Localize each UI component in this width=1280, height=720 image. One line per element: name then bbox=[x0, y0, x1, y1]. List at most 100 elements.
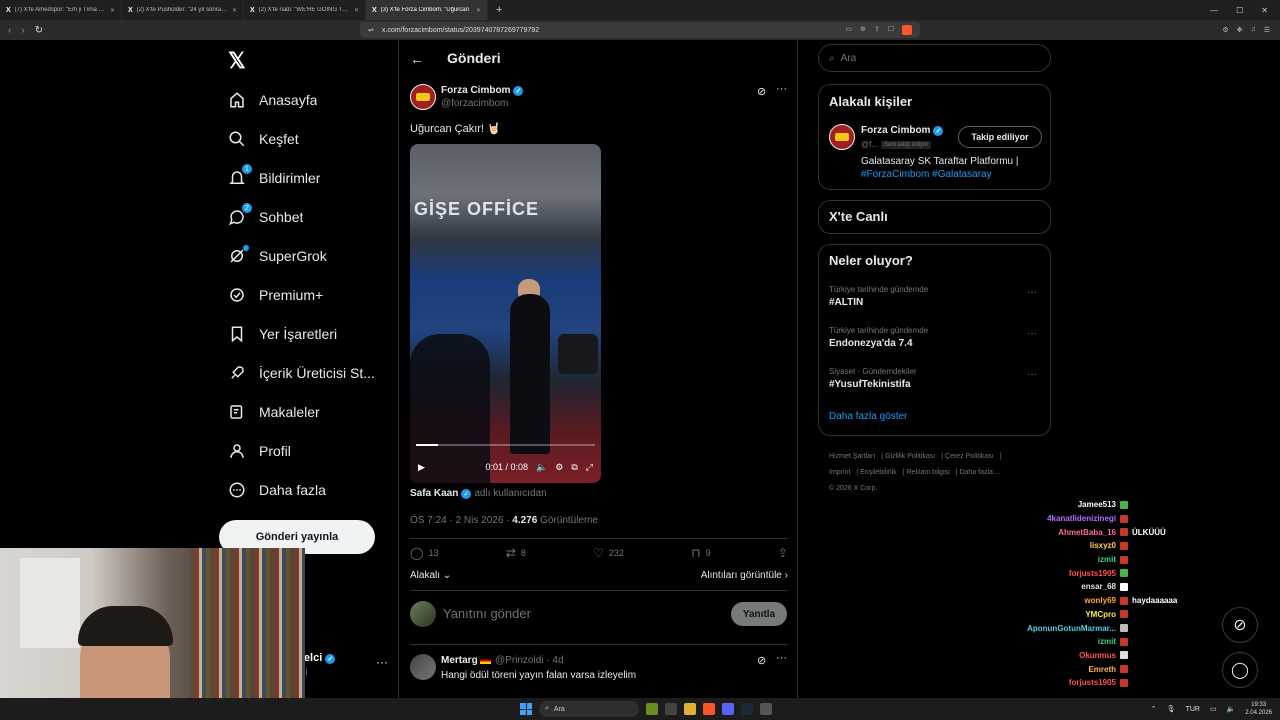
share-icon[interactable]: ⇪ bbox=[874, 25, 880, 35]
view-quotes-link[interactable]: Alıntıları görüntüle › bbox=[701, 570, 788, 581]
taskbar-search[interactable]: ⌕ Ara bbox=[539, 701, 639, 717]
play-icon[interactable]: ▶ bbox=[418, 462, 425, 473]
fullscreen-icon[interactable]: ⤢ bbox=[586, 462, 593, 473]
network-icon[interactable]: ▭ bbox=[1210, 705, 1217, 713]
grok-floating-button[interactable]: ⊘ bbox=[1222, 607, 1258, 643]
reply-author-name[interactable]: Mertarg bbox=[441, 655, 491, 666]
more-options-icon[interactable]: ··· bbox=[1027, 328, 1037, 339]
video-player[interactable]: GİŞE OFFİCE ▶ 0:01 / 0:08 🔈 ⚙ ⧉ ⤢ bbox=[410, 144, 601, 483]
close-icon[interactable]: ✕ bbox=[110, 7, 115, 14]
reply-button[interactable]: ◯ 13 bbox=[410, 546, 438, 560]
steam-icon[interactable] bbox=[741, 703, 753, 715]
bookmark-button[interactable]: ⊓ 9 bbox=[691, 546, 710, 560]
video-progress-bar[interactable] bbox=[416, 444, 595, 446]
close-icon[interactable]: ✕ bbox=[476, 7, 481, 14]
windows-start-icon[interactable] bbox=[520, 703, 532, 715]
bookmark-icon[interactable]: ☐ bbox=[888, 25, 894, 35]
more-options-icon[interactable]: ··· bbox=[776, 83, 787, 95]
author-handle[interactable]: @forzacimbom bbox=[441, 98, 508, 109]
puzzle-icon[interactable]: ✥ bbox=[1237, 26, 1243, 34]
footer-link[interactable]: Çerez Politikası bbox=[945, 453, 994, 460]
more-options-icon[interactable]: ··· bbox=[1027, 369, 1037, 380]
related-avatar[interactable] bbox=[829, 124, 855, 150]
grok-icon[interactable]: ⊘ bbox=[757, 654, 766, 667]
browser-tab[interactable]: X(2) X'te Pusholder: "24 yıl sonra Dünya… bbox=[122, 0, 244, 20]
show-more-link[interactable]: Daha fazla göster bbox=[829, 411, 907, 422]
discord-icon[interactable] bbox=[722, 703, 734, 715]
new-tab-button[interactable]: + bbox=[488, 4, 510, 16]
nav-item-explore[interactable]: Keşfet bbox=[228, 127, 299, 151]
nav-item-bookmarks[interactable]: Yer İşaretleri bbox=[228, 322, 337, 346]
author-name[interactable]: Forza Cimbom ✓ bbox=[441, 85, 524, 96]
nav-item-home[interactable]: Anasayfa bbox=[228, 88, 317, 112]
close-window-icon[interactable]: ✕ bbox=[1261, 6, 1268, 15]
microphone-icon[interactable]: 🎙 bbox=[1167, 705, 1176, 713]
trend-name[interactable]: Endonezya'da 7.4 bbox=[829, 338, 913, 349]
messages-floating-button[interactable]: ◯ bbox=[1222, 652, 1258, 688]
forward-icon[interactable]: › bbox=[21, 25, 24, 36]
music-icon[interactable]: ♫ bbox=[1250, 26, 1255, 34]
trend-name[interactable]: #YusufTekinistifa bbox=[829, 379, 911, 390]
sort-dropdown[interactable]: Alakalı ⌄ bbox=[410, 570, 451, 581]
maximize-icon[interactable]: ☐ bbox=[1236, 6, 1243, 15]
folder-icon[interactable] bbox=[684, 703, 696, 715]
reply-input[interactable]: Yanıtını gönder bbox=[443, 606, 531, 621]
following-button[interactable]: Takip ediliyor bbox=[958, 126, 1042, 148]
more-options-icon[interactable]: ··· bbox=[776, 652, 787, 664]
site-info-icon[interactable]: ⇌ bbox=[368, 26, 374, 34]
account-more-icon[interactable]: ··· bbox=[376, 655, 388, 669]
screen-icon[interactable]: ▭ bbox=[845, 25, 852, 35]
search-input[interactable]: ⌕ Ara bbox=[818, 44, 1051, 72]
extension-icon[interactable]: ⚙ bbox=[1222, 26, 1228, 34]
hashtags[interactable]: #ForzaCimbom #Galatasaray bbox=[861, 169, 992, 180]
address-bar[interactable]: ⇌ x.com/forzacimbom/status/2039740787269… bbox=[360, 22, 920, 38]
browser-tab[interactable]: X (7) X'te Amedspor: "Em ji Tîrna Netra" ✕ bbox=[0, 0, 122, 20]
brave-shield-icon[interactable] bbox=[902, 25, 912, 35]
nav-item-articles[interactable]: Makaleler bbox=[228, 400, 320, 424]
like-button[interactable]: ♡ 232 bbox=[593, 546, 624, 560]
repost-button[interactable]: ⇄ 8 bbox=[506, 546, 526, 560]
footer-link[interactable]: Gizlilik Politikası bbox=[885, 453, 935, 460]
clock[interactable]: 19:33 2.04.2026 bbox=[1245, 701, 1272, 717]
language-indicator[interactable]: TUR bbox=[1186, 706, 1200, 713]
menu-icon[interactable]: ☰ bbox=[1264, 26, 1270, 34]
speaker-icon[interactable]: 🔈 bbox=[1227, 705, 1236, 713]
volume-icon[interactable]: 🔈 bbox=[536, 462, 547, 473]
zoom-icon[interactable]: ⊕ bbox=[860, 25, 866, 35]
browser-tab-active[interactable]: X (3) X'te Forza Cimbom: "Uğurcan ✕ bbox=[366, 0, 488, 20]
nav-item-premium[interactable]: Premium+ bbox=[228, 283, 323, 307]
more-options-icon[interactable]: ··· bbox=[1027, 287, 1037, 298]
reply-submit-button[interactable]: Yanıtla bbox=[731, 602, 787, 626]
close-icon[interactable]: ✕ bbox=[354, 7, 359, 14]
nav-item-chat[interactable]: 2 Sohbet bbox=[228, 203, 303, 229]
back-arrow-icon[interactable]: ← bbox=[410, 51, 424, 67]
nav-item-creator-studio[interactable]: İçerik Üreticisi St... bbox=[228, 361, 375, 385]
pip-icon[interactable]: ⧉ bbox=[571, 462, 577, 473]
nav-item-supergrok[interactable]: SuperGrok bbox=[228, 244, 327, 268]
nav-item-more[interactable]: Daha fazla bbox=[228, 478, 326, 502]
reply-author-avatar[interactable] bbox=[410, 654, 436, 680]
nav-item-notifications[interactable]: 1 Bildirimler bbox=[228, 164, 320, 190]
footer-link[interactable]: Erişilebilirlik bbox=[860, 469, 897, 476]
app-icon[interactable] bbox=[760, 703, 772, 715]
share-button[interactable]: ⇪ bbox=[778, 546, 788, 560]
reload-icon[interactable]: ↻ bbox=[35, 25, 43, 36]
nav-item-profile[interactable]: Profil bbox=[228, 439, 291, 463]
footer-link[interactable]: Imprint bbox=[829, 469, 850, 476]
widget-icon[interactable] bbox=[646, 703, 658, 715]
grok-icon[interactable]: ⊘ bbox=[757, 85, 766, 98]
brave-icon[interactable] bbox=[703, 703, 715, 715]
author-avatar[interactable] bbox=[410, 84, 436, 110]
x-live-card[interactable]: X'te Canlı bbox=[818, 200, 1051, 234]
footer-link[interactable]: Daha fazla ... bbox=[959, 469, 1000, 476]
trend-name[interactable]: #ALTIN bbox=[829, 297, 863, 308]
browser-tab[interactable]: X(2) X'te riadi: "WE'RE GOING TO THE✕ bbox=[244, 0, 366, 20]
close-icon[interactable]: ✕ bbox=[232, 7, 237, 14]
settings-icon[interactable]: ⚙ bbox=[555, 462, 563, 473]
footer-link[interactable]: Reklam bilgisi bbox=[907, 469, 950, 476]
minimize-icon[interactable]: — bbox=[1210, 6, 1218, 15]
footer-link[interactable]: Hizmet Şartları bbox=[829, 453, 875, 460]
task-view-icon[interactable] bbox=[665, 703, 677, 715]
x-logo-icon[interactable]: 𝕏 bbox=[228, 48, 246, 74]
chevron-up-icon[interactable]: ⌃ bbox=[1151, 705, 1157, 713]
